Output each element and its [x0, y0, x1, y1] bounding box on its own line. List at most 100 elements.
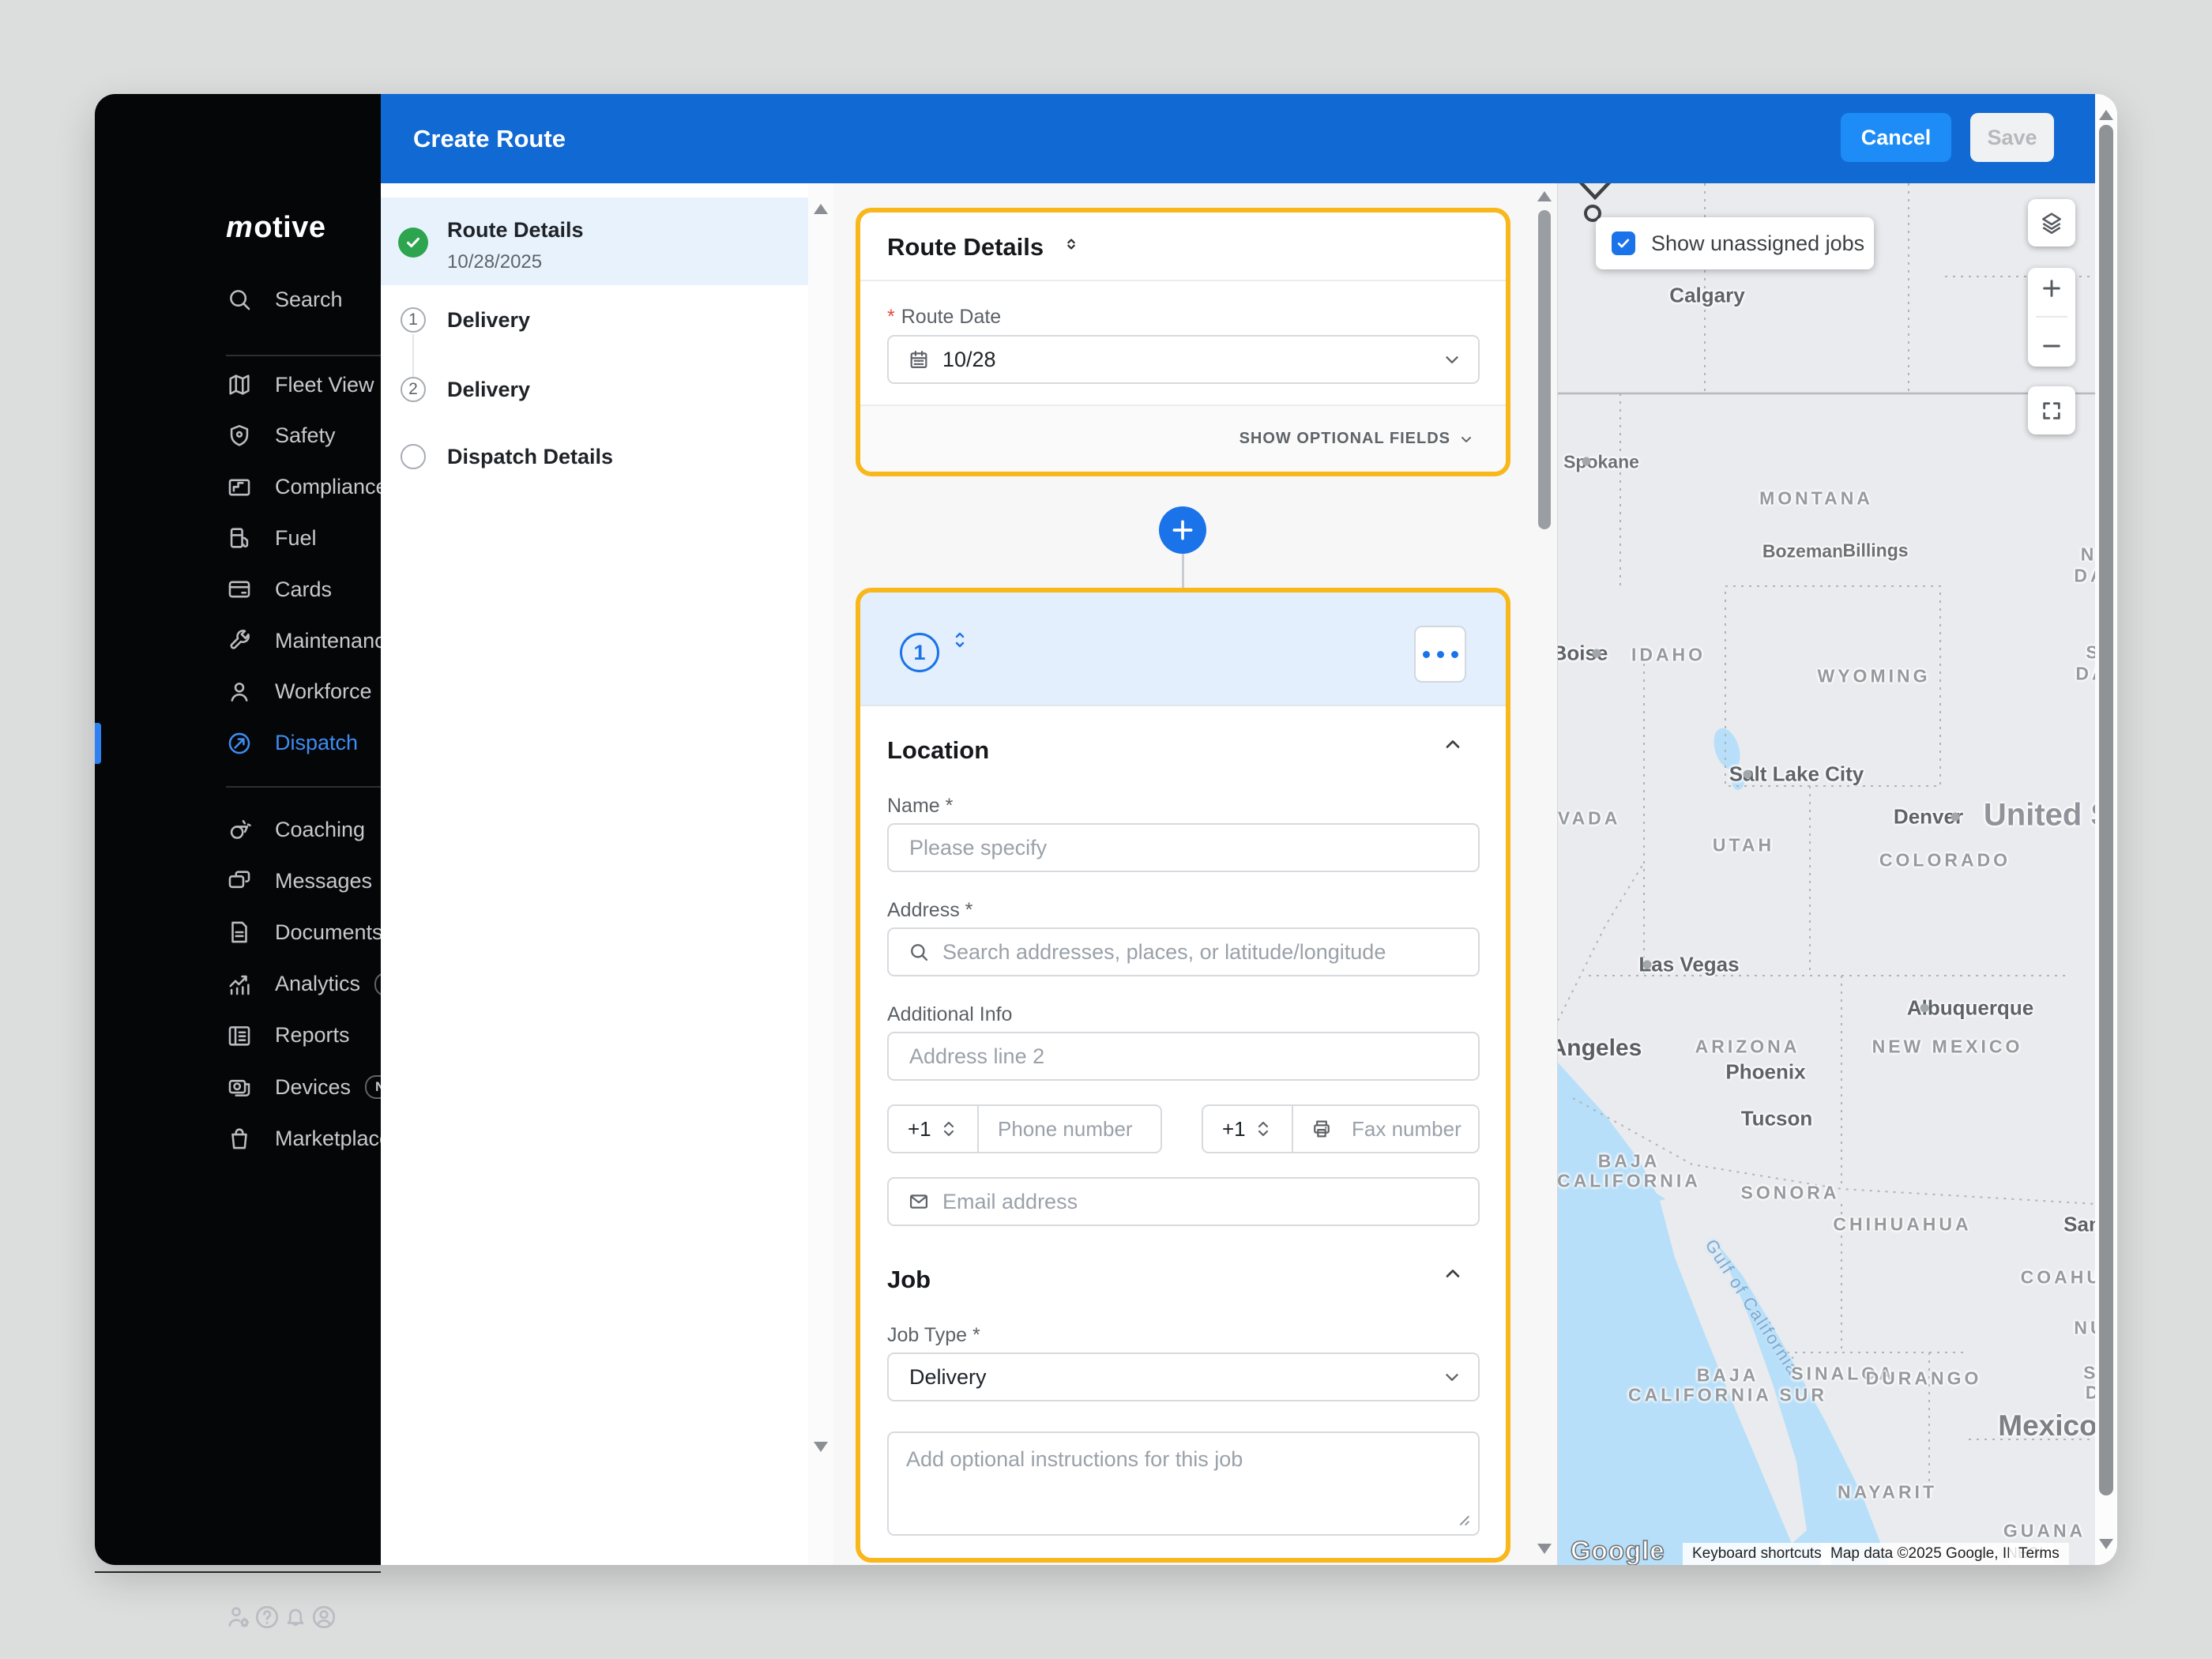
job-type-select[interactable]: Delivery	[887, 1352, 1480, 1401]
email-input[interactable]	[942, 1189, 1478, 1214]
form-scroll-up-icon[interactable]	[1537, 191, 1552, 201]
sidebar-item-cards[interactable]: Cards	[95, 564, 381, 615]
sidebar-item-dispatch[interactable]: Dispatch	[95, 718, 381, 769]
sidebar-item-label: Documents	[275, 920, 383, 944]
card-icon	[226, 576, 253, 603]
step-title: Route Details	[447, 218, 584, 242]
step-number: 2	[401, 377, 426, 402]
chat-icon	[226, 867, 253, 894]
job-instructions-field[interactable]	[887, 1431, 1480, 1536]
checkbox-checked-icon[interactable]	[1612, 231, 1635, 255]
step-delivery-1[interactable]: 1 Delivery	[381, 295, 808, 345]
map-attribution[interactable]: Keyboard shortcuts	[1683, 1543, 1831, 1565]
route-date-label: * Route Date	[887, 306, 1002, 328]
step-route-details[interactable]: Route Details 10/28/2025	[381, 198, 808, 285]
reorder-stop-icon[interactable]	[950, 630, 969, 649]
stop-number-badge[interactable]: 1	[900, 633, 939, 672]
zoom-in-icon[interactable]	[2039, 276, 2064, 301]
account-icon[interactable]	[310, 1603, 338, 1631]
chart-icon	[226, 971, 253, 998]
step-label: Delivery	[447, 307, 531, 332]
calendar-icon	[908, 348, 930, 371]
chevron-down-icon	[1442, 1367, 1462, 1387]
show-unassigned-jobs-toggle[interactable]: Show unassigned jobs	[1596, 217, 1874, 269]
fax-input[interactable]	[1333, 1116, 1478, 1142]
window-scroll-up-icon[interactable]	[2099, 110, 2113, 120]
page-title: Create Route	[413, 124, 566, 152]
fax-country-code[interactable]: +1	[1202, 1104, 1293, 1153]
scroll-down-icon[interactable]	[814, 1442, 828, 1452]
collapse-job-icon[interactable]	[1442, 1262, 1464, 1285]
sidebar-item-label: Analytics	[275, 972, 361, 996]
phone-input[interactable]	[979, 1116, 1161, 1142]
email-field[interactable]	[887, 1177, 1480, 1226]
toggle-label: Show unassigned jobs	[1651, 231, 1865, 255]
fax-field[interactable]	[1293, 1104, 1480, 1153]
sidebar-item-safety[interactable]: Safety	[95, 411, 381, 461]
shield-icon	[226, 423, 253, 450]
additional-info-field[interactable]	[887, 1032, 1480, 1081]
sidebar-item-reports[interactable]: Reports	[95, 1010, 381, 1061]
cancel-button[interactable]: Cancel	[1841, 113, 1951, 162]
sidebar-item-devices[interactable]: DevicesNEW	[95, 1062, 419, 1112]
job-type-label: Job Type *	[887, 1324, 980, 1346]
name-field[interactable]	[887, 823, 1480, 872]
resize-handle-icon[interactable]	[1454, 1510, 1472, 1528]
step-number	[401, 444, 426, 469]
route-steps-panel: Route Details 10/28/2025 1 Delivery 2 Deliv…	[381, 183, 808, 1565]
sidebar-item-fleet-view[interactable]: Fleet View	[95, 359, 381, 410]
window-scroll-down-icon[interactable]	[2099, 1539, 2113, 1549]
sidebar-item-label: Messages	[275, 868, 373, 893]
step-number: 1	[401, 307, 426, 333]
job-instructions-input[interactable]	[889, 1433, 1478, 1534]
map-city-dot	[1592, 649, 1601, 658]
map-terms-link[interactable]: Terms	[2009, 1543, 2069, 1565]
sidebar-item-coaching[interactable]: Coaching	[95, 804, 381, 855]
step-dispatch-details-final[interactable]: Dispatch Details	[381, 431, 808, 482]
user-settings-icon[interactable]	[224, 1603, 253, 1631]
name-input[interactable]	[909, 835, 1478, 860]
bell-icon[interactable]	[281, 1603, 310, 1631]
phone-field[interactable]	[979, 1104, 1162, 1153]
address-input[interactable]	[942, 939, 1478, 965]
route-date-field[interactable]: 10/28	[887, 335, 1480, 384]
step-label: Delivery	[447, 377, 531, 401]
sidebar-item-label: Coaching	[275, 817, 366, 841]
help-icon[interactable]	[253, 1603, 281, 1631]
stop-menu-button[interactable]	[1414, 626, 1466, 683]
sidebar-item-analytics[interactable]: AnalyticsNEW	[95, 959, 428, 1010]
doc-icon	[226, 919, 253, 946]
map[interactable]: Show unassigned jobs Calgary Spokane MONTA…	[1557, 183, 2095, 1565]
reorder-icon[interactable]	[1063, 238, 1080, 250]
show-optional-fields-link[interactable]: SHOW OPTIONAL FIELDS	[1240, 430, 1474, 448]
form-scrollbar-thumb[interactable]	[1538, 210, 1551, 529]
additional-info-input[interactable]	[909, 1044, 1478, 1069]
sidebar-item-fuel[interactable]: Fuel	[95, 513, 381, 563]
form-scroll-down-icon[interactable]	[1537, 1544, 1552, 1554]
collapse-location-icon[interactable]	[1442, 733, 1464, 755]
job-section-title: Job	[887, 1266, 931, 1293]
map-fullscreen-button[interactable]	[2028, 386, 2075, 434]
map-icon	[226, 371, 253, 398]
sidebar-item-maintenance[interactable]: Maintenance	[95, 615, 397, 666]
sidebar-item-compliance[interactable]: Compliance	[95, 462, 388, 513]
add-stop-button[interactable]	[1159, 506, 1206, 554]
sidebar-item-marketplace[interactable]: Marketplace	[95, 1113, 391, 1164]
dialog-header: Create Route Cancel Save	[381, 94, 2095, 183]
sidebar-item-label: Reports	[275, 1023, 350, 1048]
phone-country-code[interactable]: +1	[887, 1104, 979, 1153]
scroll-up-icon[interactable]	[814, 204, 828, 214]
sidebar-item-search[interactable]: Search	[95, 274, 381, 325]
window-scrollbar-thumb[interactable]	[2099, 125, 2113, 1495]
sidebar-item-messages[interactable]: Messages	[95, 856, 381, 906]
zoom-out-icon[interactable]	[2039, 333, 2064, 359]
map-canvas	[1558, 183, 2095, 1565]
steps-scrollbar	[808, 183, 833, 1565]
address-field[interactable]	[887, 927, 1480, 976]
map-city-dot	[1582, 457, 1591, 466]
save-button[interactable]: Save	[1970, 113, 2054, 162]
map-layers-button[interactable]	[2028, 199, 2075, 246]
sidebar-item-documents[interactable]: Documents	[95, 907, 383, 957]
sidebar-item-workforce[interactable]: Workforce	[95, 667, 381, 717]
step-delivery-2[interactable]: 2 Delivery	[381, 364, 808, 415]
